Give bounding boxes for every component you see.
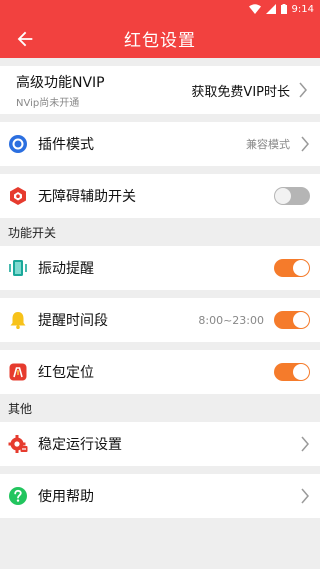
vip-action-label: 获取免费VIP时长 bbox=[191, 84, 290, 100]
plugin-mode-value: 兼容模式 bbox=[246, 138, 290, 151]
accessibility-row: 无障碍辅助开关 bbox=[0, 174, 320, 218]
stable-run-label: 稳定运行设置 bbox=[38, 437, 122, 453]
locate-toggle[interactable] bbox=[274, 363, 310, 381]
location-icon bbox=[8, 362, 28, 382]
chevron-right-icon bbox=[301, 488, 309, 504]
vip-subtitle: NVip尚未开通 bbox=[16, 97, 80, 109]
help-icon bbox=[8, 486, 28, 506]
accessibility-label: 无障碍辅助开关 bbox=[38, 189, 136, 205]
vip-title: 高级功能NVIP bbox=[16, 74, 105, 91]
battery-icon bbox=[280, 4, 287, 14]
reminder-time-toggle[interactable] bbox=[274, 311, 310, 329]
section-header-features: 功能开关 bbox=[0, 218, 320, 246]
reminder-time-row: 提醒时间段 8:00~23:00 bbox=[0, 298, 320, 342]
reminder-time-label: 提醒时间段 bbox=[38, 313, 108, 329]
wifi-icon bbox=[248, 4, 261, 14]
page-title: 红包设置 bbox=[124, 30, 196, 51]
vibrate-toggle[interactable] bbox=[274, 259, 310, 277]
section-header-other: 其他 bbox=[0, 394, 320, 422]
chevron-right-icon bbox=[299, 82, 307, 98]
status-bar: 9:14 bbox=[0, 0, 320, 18]
accessibility-toggle[interactable] bbox=[274, 187, 310, 205]
vibrate-row: 振动提醒 bbox=[0, 246, 320, 290]
gear-icon bbox=[8, 434, 28, 454]
plugin-mode-row[interactable]: 插件模式 兼容模式 bbox=[0, 122, 320, 166]
reminder-time-value: 8:00~23:00 bbox=[198, 313, 264, 327]
signal-icon bbox=[265, 4, 276, 14]
vip-row[interactable]: 高级功能NVIP NVip尚未开通 获取免费VIP时长 bbox=[0, 66, 320, 114]
app-bar: 红包设置 bbox=[0, 18, 320, 58]
back-arrow-icon[interactable] bbox=[14, 28, 36, 50]
help-label: 使用帮助 bbox=[38, 489, 94, 505]
stable-run-row[interactable]: 稳定运行设置 bbox=[0, 422, 320, 466]
chevron-right-icon bbox=[301, 436, 309, 452]
vibrate-icon bbox=[8, 258, 28, 278]
locate-row: 红包定位 bbox=[0, 350, 320, 394]
bell-icon bbox=[8, 310, 28, 330]
locate-label: 红包定位 bbox=[38, 365, 94, 381]
plugin-icon bbox=[8, 134, 28, 154]
status-time: 9:14 bbox=[291, 3, 314, 15]
accessibility-icon bbox=[8, 186, 28, 206]
chevron-right-icon bbox=[301, 136, 309, 152]
plugin-mode-label: 插件模式 bbox=[38, 137, 94, 153]
help-row[interactable]: 使用帮助 bbox=[0, 474, 320, 518]
vibrate-label: 振动提醒 bbox=[38, 261, 94, 277]
